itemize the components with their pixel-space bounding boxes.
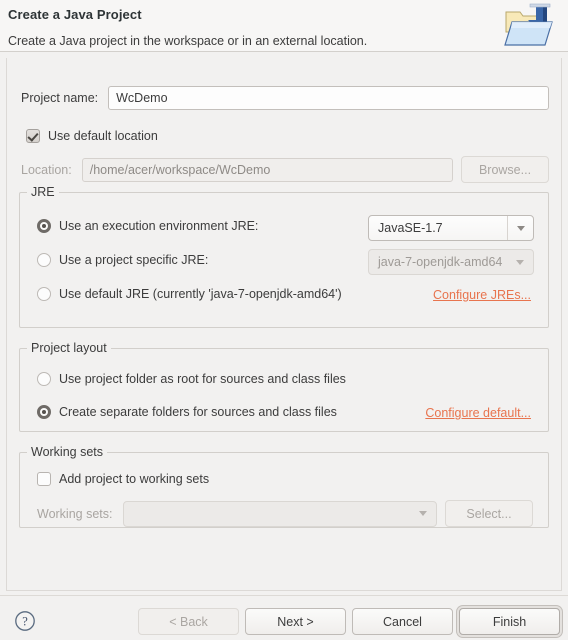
- jre-group: JRE Use an execution environment JRE: Ja…: [19, 185, 549, 328]
- project-name-row: Project name: WcDemo: [21, 86, 549, 110]
- execution-environment-combo[interactable]: JavaSE-1.7: [368, 215, 534, 241]
- radio-default-jre[interactable]: Use default JRE (currently 'java-7-openj…: [37, 287, 342, 301]
- radio-default-jre-label: Use default JRE (currently 'java-7-openj…: [59, 287, 342, 301]
- radio-selected-icon: [37, 219, 51, 233]
- project-specific-jre-combo-value: java-7-openjdk-amd64: [378, 255, 503, 269]
- project-specific-jre-combo[interactable]: java-7-openjdk-amd64: [368, 249, 534, 275]
- radio-project-specific-jre[interactable]: Use a project specific JRE:: [37, 253, 208, 267]
- select-working-sets-button[interactable]: Select...: [445, 500, 533, 527]
- svg-text:?: ?: [22, 614, 28, 628]
- project-layout-group-title: Project layout: [27, 341, 111, 355]
- finish-button[interactable]: Finish: [459, 608, 560, 635]
- radio-project-specific-jre-label: Use a project specific JRE:: [59, 253, 209, 267]
- browse-button[interactable]: Browse...: [461, 156, 549, 183]
- configure-jres-link[interactable]: Configure JREs...: [433, 288, 531, 302]
- chevron-down-icon-disabled: [507, 250, 533, 274]
- radio-unselected-icon: [37, 287, 51, 301]
- checkbox-unchecked-icon: [37, 472, 51, 486]
- chevron-down-icon-disabled: [410, 502, 436, 526]
- radio-unselected-icon: [37, 372, 51, 386]
- working-sets-combo[interactable]: [122, 500, 437, 527]
- radio-separate-folders-label: Create separate folders for sources and …: [59, 405, 337, 419]
- working-sets-group: Working sets Add project to working sets…: [19, 445, 549, 528]
- radio-project-folder-root-label: Use project folder as root for sources a…: [59, 372, 346, 386]
- radio-separate-folders[interactable]: Create separate folders for sources and …: [37, 405, 337, 419]
- working-sets-group-title: Working sets: [27, 445, 108, 459]
- location-row: Location: /home/acer/workspace/WcDemo Br…: [21, 156, 549, 183]
- cancel-button[interactable]: Cancel: [352, 608, 453, 635]
- help-question-icon[interactable]: ?: [14, 610, 36, 632]
- add-project-to-working-sets-label: Add project to working sets: [59, 472, 210, 486]
- java-project-folder-icon: [500, 2, 558, 50]
- next-button[interactable]: Next >: [245, 608, 346, 635]
- project-name-label: Project name:: [21, 91, 99, 105]
- checkbox-checked-icon: [26, 129, 40, 143]
- working-sets-label: Working sets:: [37, 506, 113, 521]
- wizard-body-panel: Project name: WcDemo Use default locatio…: [6, 58, 562, 591]
- page-description: Create a Java project in the workspace o…: [8, 34, 368, 48]
- add-project-to-working-sets-checkbox[interactable]: Add project to working sets: [37, 472, 209, 486]
- project-name-input[interactable]: WcDemo: [108, 86, 549, 110]
- use-default-location-checkbox[interactable]: Use default location: [26, 129, 158, 143]
- execution-environment-combo-value: JavaSE-1.7: [378, 221, 443, 235]
- use-default-location-label: Use default location: [48, 129, 158, 143]
- radio-unselected-icon: [37, 253, 51, 267]
- project-layout-group: Project layout Use project folder as roo…: [19, 341, 549, 432]
- wizard-header: Create a Java Project Create a Java proj…: [0, 0, 568, 52]
- page-title: Create a Java Project: [8, 7, 142, 22]
- radio-execution-environment-jre[interactable]: Use an execution environment JRE:: [37, 219, 258, 233]
- wizard-button-bar: < Back Next > Cancel Finish: [138, 608, 560, 635]
- configure-default-link[interactable]: Configure default...: [425, 406, 531, 420]
- working-sets-row: Working sets: Select...: [37, 500, 533, 527]
- radio-project-folder-root[interactable]: Use project folder as root for sources a…: [37, 372, 346, 386]
- back-button[interactable]: < Back: [138, 608, 239, 635]
- location-input[interactable]: /home/acer/workspace/WcDemo: [81, 157, 453, 182]
- radio-execution-environment-jre-label: Use an execution environment JRE:: [59, 219, 259, 233]
- chevron-down-icon: [507, 216, 533, 240]
- radio-selected-icon: [37, 405, 51, 419]
- jre-group-title: JRE: [27, 185, 59, 199]
- location-label: Location:: [21, 162, 72, 177]
